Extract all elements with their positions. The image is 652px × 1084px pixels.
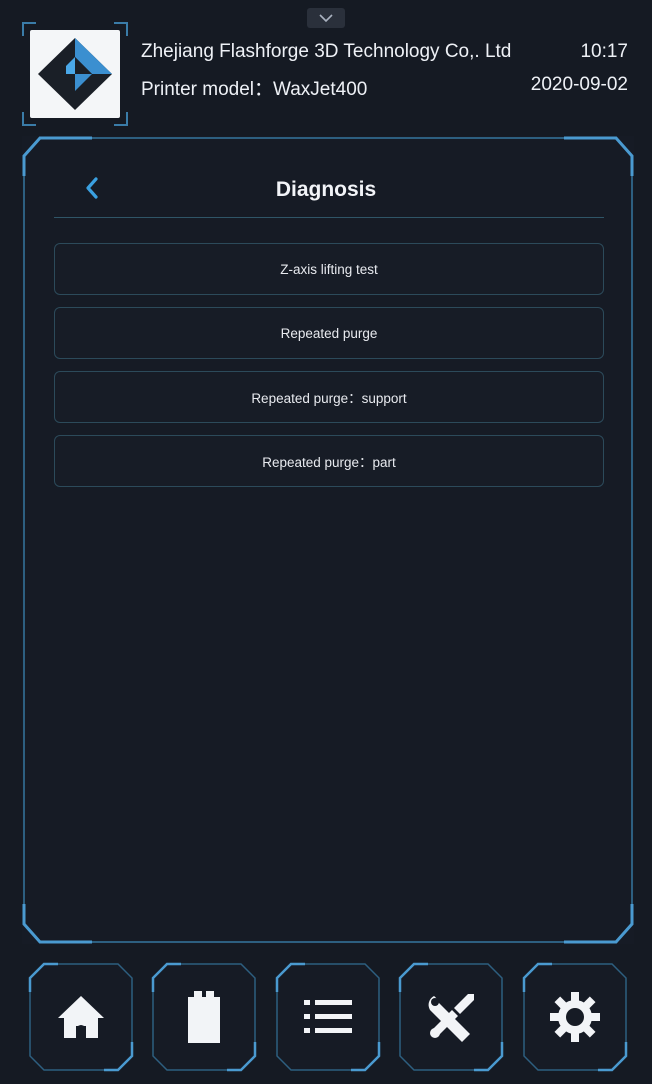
repeated-purge-button[interactable]: Repeated purge xyxy=(54,307,604,359)
gear-icon xyxy=(550,992,600,1042)
company-name: Zhejiang Flashforge 3D Technology Co,. L… xyxy=(141,41,512,62)
tools-icon xyxy=(428,994,474,1042)
file-icon xyxy=(188,991,220,1043)
printer-model: Printer model：WaxJet400 xyxy=(141,79,368,100)
home-icon xyxy=(58,996,104,1038)
nav-list-button[interactable] xyxy=(275,962,381,1072)
z-axis-lifting-test-button[interactable]: Z-axis lifting test xyxy=(54,243,604,295)
logo-background xyxy=(30,30,120,118)
nav-files-button[interactable] xyxy=(151,962,257,1072)
list-icon xyxy=(304,1000,352,1033)
nav-home-button[interactable] xyxy=(28,962,134,1072)
page-title: Diagnosis xyxy=(275,178,377,201)
menu-item-label: Repeated purge：part xyxy=(262,455,396,470)
menu-item-label: Repeated purge xyxy=(280,325,378,341)
repeated-purge-part-button[interactable]: Repeated purge：part xyxy=(54,435,604,487)
brand-logo xyxy=(22,22,128,126)
clock-date: 2020-09-02 xyxy=(530,74,628,95)
title-divider xyxy=(54,217,604,218)
printer-screen: Zhejiang Flashforge 3D Technology Co,. L… xyxy=(0,0,652,1084)
menu-item-label: Repeated purge：support xyxy=(251,391,407,406)
flashforge-logo-icon xyxy=(38,38,112,110)
menu-item-label: Z-axis lifting test xyxy=(280,261,378,277)
nav-settings-button[interactable] xyxy=(522,962,628,1072)
chevron-down-icon xyxy=(319,13,333,22)
clock-time: 10:17 xyxy=(580,41,628,62)
nav-tools-button[interactable] xyxy=(398,962,504,1072)
pulldown-handle[interactable] xyxy=(307,8,345,28)
repeated-purge-support-button[interactable]: Repeated purge：support xyxy=(54,371,604,423)
